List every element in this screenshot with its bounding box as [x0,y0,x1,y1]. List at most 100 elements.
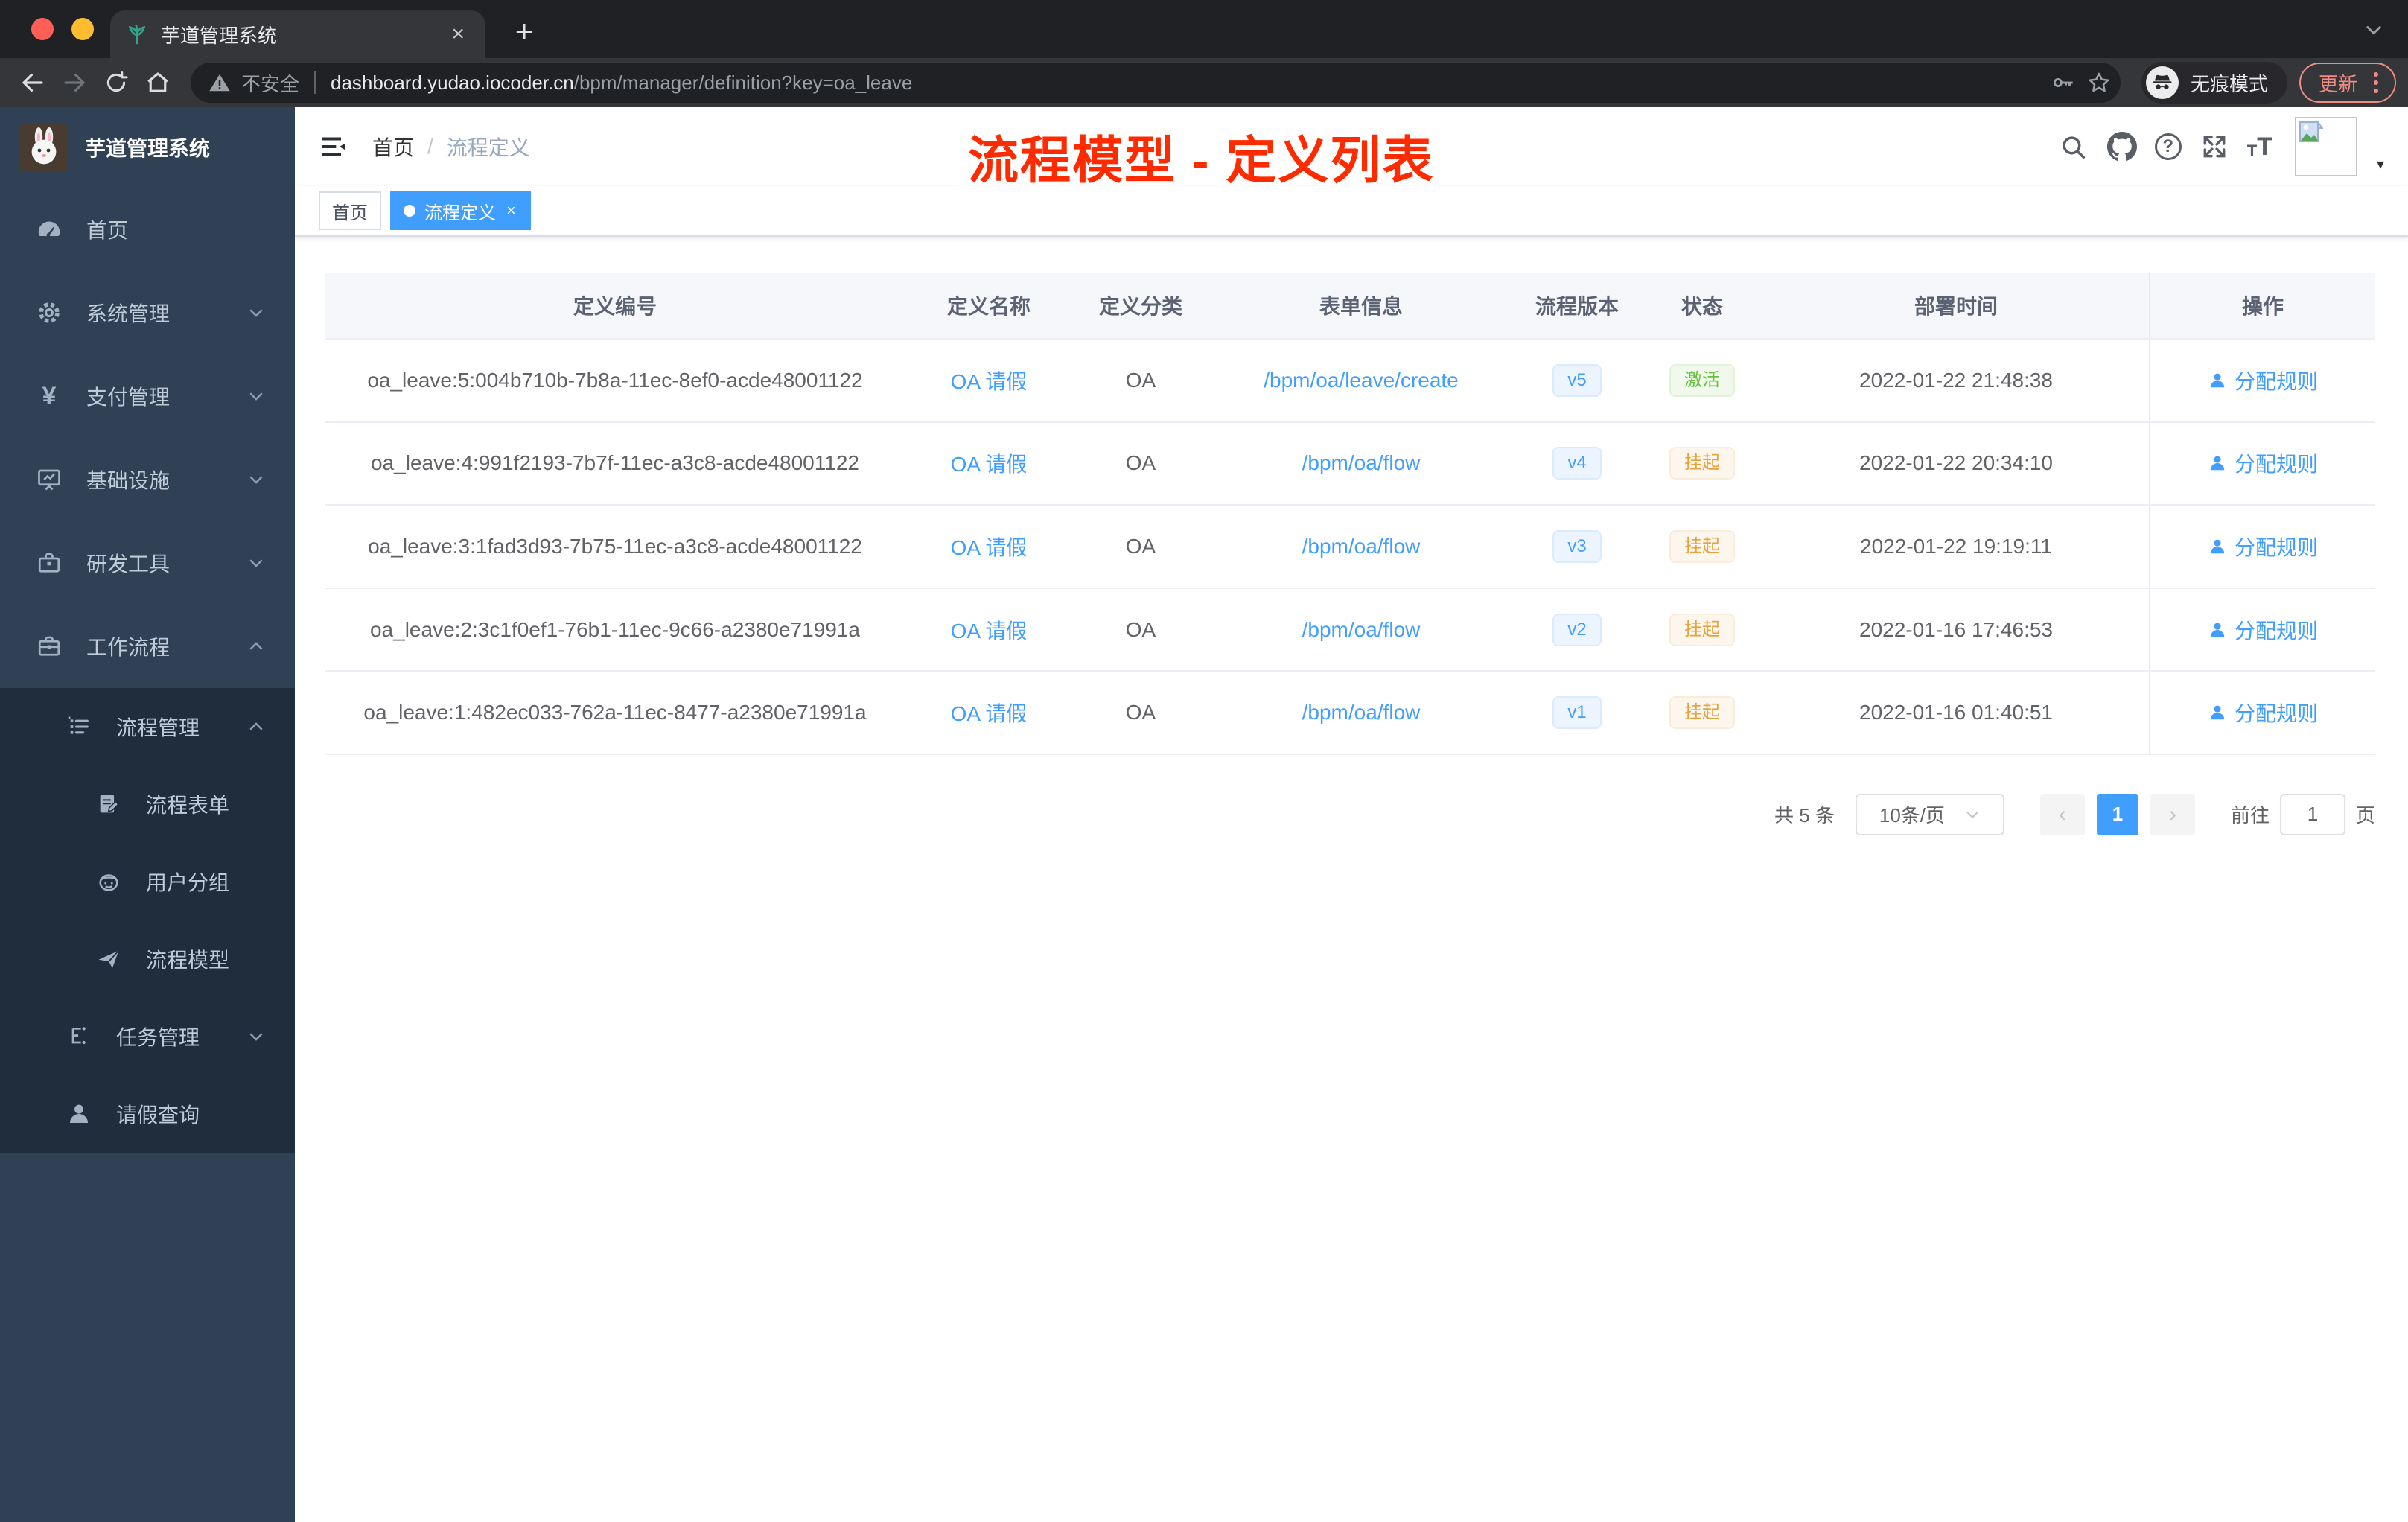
minimize-window-button[interactable] [71,18,94,40]
version-badge: v2 [1552,613,1602,646]
help-icon[interactable]: ? [2154,133,2182,160]
bookmark-star-icon[interactable] [2086,70,2112,95]
table-row: oa_leave:2:3c1f0ef1-76b1-11ec-9c66-a2380… [325,588,2375,672]
org-tree-icon [66,1023,92,1050]
tag-home[interactable]: 首页 [319,191,381,230]
navbar-actions: ? TT ▾ [2057,117,2384,176]
avatar[interactable] [2294,117,2357,176]
red-annotation-text: 流程模型 - 定义列表 [968,133,1435,189]
column-header: 状态 [1681,295,1723,318]
home-button[interactable] [137,62,179,104]
sidebar-logo[interactable]: 芋道管理系统 [0,107,295,188]
definition-category: OA [1125,701,1156,725]
github-icon[interactable] [2106,130,2138,163]
form-link[interactable]: /bpm/oa/flow [1302,451,1421,474]
definition-table: 定义编号 定义名称 定义分类 表单信息 流程版本 状态 部署时间 操作 oa_l… [325,273,2375,755]
chevron-down-icon [247,387,265,405]
current-page-button[interactable]: 1 [2096,793,2138,835]
page-size-select[interactable]: 10条/页 [1855,793,2004,835]
security-warning-icon[interactable] [208,71,231,94]
sidebar-item-process-management[interactable]: 流程管理 [0,688,295,765]
assign-rule-button[interactable]: 分配规则 [2208,448,2318,478]
password-key-icon[interactable] [2051,70,2076,95]
browser-menu-icon[interactable] [2371,69,2381,96]
assign-rule-button[interactable]: 分配规则 [2208,532,2318,561]
assign-rule-button[interactable]: 分配规则 [2208,698,2318,727]
tag-label: 首页 [332,203,368,223]
breadcrumb-home[interactable]: 首页 [372,132,414,162]
reload-button[interactable] [95,62,137,104]
form-link[interactable]: /bpm/oa/flow [1302,701,1421,724]
chevron-down-icon [247,554,265,572]
definition-name-link[interactable]: OA 请假 [951,453,1028,476]
list-tree-icon [66,713,92,740]
sidebar-item-task-management[interactable]: 任务管理 [0,998,295,1075]
close-window-button[interactable] [31,18,54,40]
browser-update-button[interactable]: 更新 [2299,63,2396,103]
sidebar-item-label: 任务管理 [116,1026,200,1049]
definition-name-link[interactable]: OA 请假 [951,702,1028,725]
pagination-total: 共 5 条 [1774,804,1835,827]
definition-name-link[interactable]: OA 请假 [951,370,1028,393]
url-text[interactable]: dashboard.yudao.iocoder.cn/bpm/manager/d… [331,71,2040,95]
sidebar-item-system[interactable]: 系统管理 [0,271,295,354]
chevron-down-icon [1964,806,1981,823]
fullscreen-icon[interactable] [2198,130,2231,163]
new-tab-button[interactable]: + [503,10,545,52]
sidebar-item-payment[interactable]: ¥ 支付管理 [0,354,295,438]
breadcrumb: 首页 / 流程定义 [372,132,530,162]
breadcrumb-current: 流程定义 [446,136,530,159]
assign-rule-button[interactable]: 分配规则 [2208,615,2318,645]
assign-rule-button[interactable]: 分配规则 [2208,366,2318,395]
browser-tab[interactable]: 芋道管理系统 × [110,10,485,58]
status-badge: 挂起 [1669,529,1735,563]
avatar-caret-icon[interactable]: ▾ [2377,155,2384,176]
update-label: 更新 [2318,72,2357,95]
form-link[interactable]: /bpm/oa/flow [1302,618,1421,641]
tab-search-caret-icon[interactable] [2363,19,2384,40]
back-button[interactable] [12,62,54,104]
collapse-sidebar-icon[interactable] [319,132,348,162]
address-bar[interactable]: 不安全 dashboard.yudao.iocoder.cn/bpm/manag… [191,63,2121,103]
sidebar-item-label: 研发工具 [86,553,171,576]
column-header: 部署时间 [1914,295,1998,318]
sidebar-item-leave-query[interactable]: 请假查询 [0,1075,295,1153]
sidebar-item-home[interactable]: 首页 [0,188,295,271]
sidebar-item-process-model[interactable]: 流程模型 [0,920,295,998]
tag-process-definition[interactable]: 流程定义 × [390,191,531,230]
sidebar-item-infrastructure[interactable]: 基础设施 [0,438,295,521]
definition-name-link[interactable]: OA 请假 [951,536,1028,559]
definition-name-link[interactable]: OA 请假 [951,620,1028,643]
chevron-up-icon [247,718,265,736]
sidebar-item-workflow[interactable]: 工作流程 [0,605,295,688]
next-page-button[interactable]: › [2150,793,2195,835]
person-icon [2210,373,2225,388]
sidebar-item-dev-tools[interactable]: 研发工具 [0,521,295,605]
prev-page-button[interactable]: ‹ [2039,793,2085,835]
goto-page-input[interactable] [2279,793,2345,835]
version-badge: v5 [1552,363,1602,397]
search-icon[interactable] [2057,130,2089,163]
url-host: dashboard.yudao.iocoder.cn [331,71,574,94]
tab-close-icon[interactable]: × [445,22,471,47]
definition-category: OA [1125,534,1156,558]
breadcrumb-separator: / [427,135,433,158]
sidebar-item-label: 支付管理 [86,386,171,409]
incognito-label: 无痕模式 [2190,72,2268,95]
deploy-time: 2022-01-22 20:34:10 [1859,451,2053,475]
forward-button[interactable] [54,62,95,104]
form-link[interactable]: /bpm/oa/leave/create [1264,369,1459,392]
paper-plane-icon [95,946,122,972]
sidebar-item-user-group[interactable]: 用户分组 [0,843,295,920]
font-size-icon[interactable]: TT [2247,134,2272,159]
sidebar-item-process-form[interactable]: 流程表单 [0,765,295,843]
security-label[interactable]: 不安全 [241,69,299,97]
table-header-row: 定义编号 定义名称 定义分类 表单信息 流程版本 状态 部署时间 操作 [325,273,2375,340]
page-unit-label: 页 [2355,804,2375,827]
tag-close-icon[interactable]: × [505,203,517,219]
version-badge: v3 [1552,529,1602,563]
yen-icon: ¥ [42,382,57,410]
form-link[interactable]: /bpm/oa/flow [1302,535,1421,558]
briefcase-icon [36,633,63,660]
gear-icon [36,299,63,326]
